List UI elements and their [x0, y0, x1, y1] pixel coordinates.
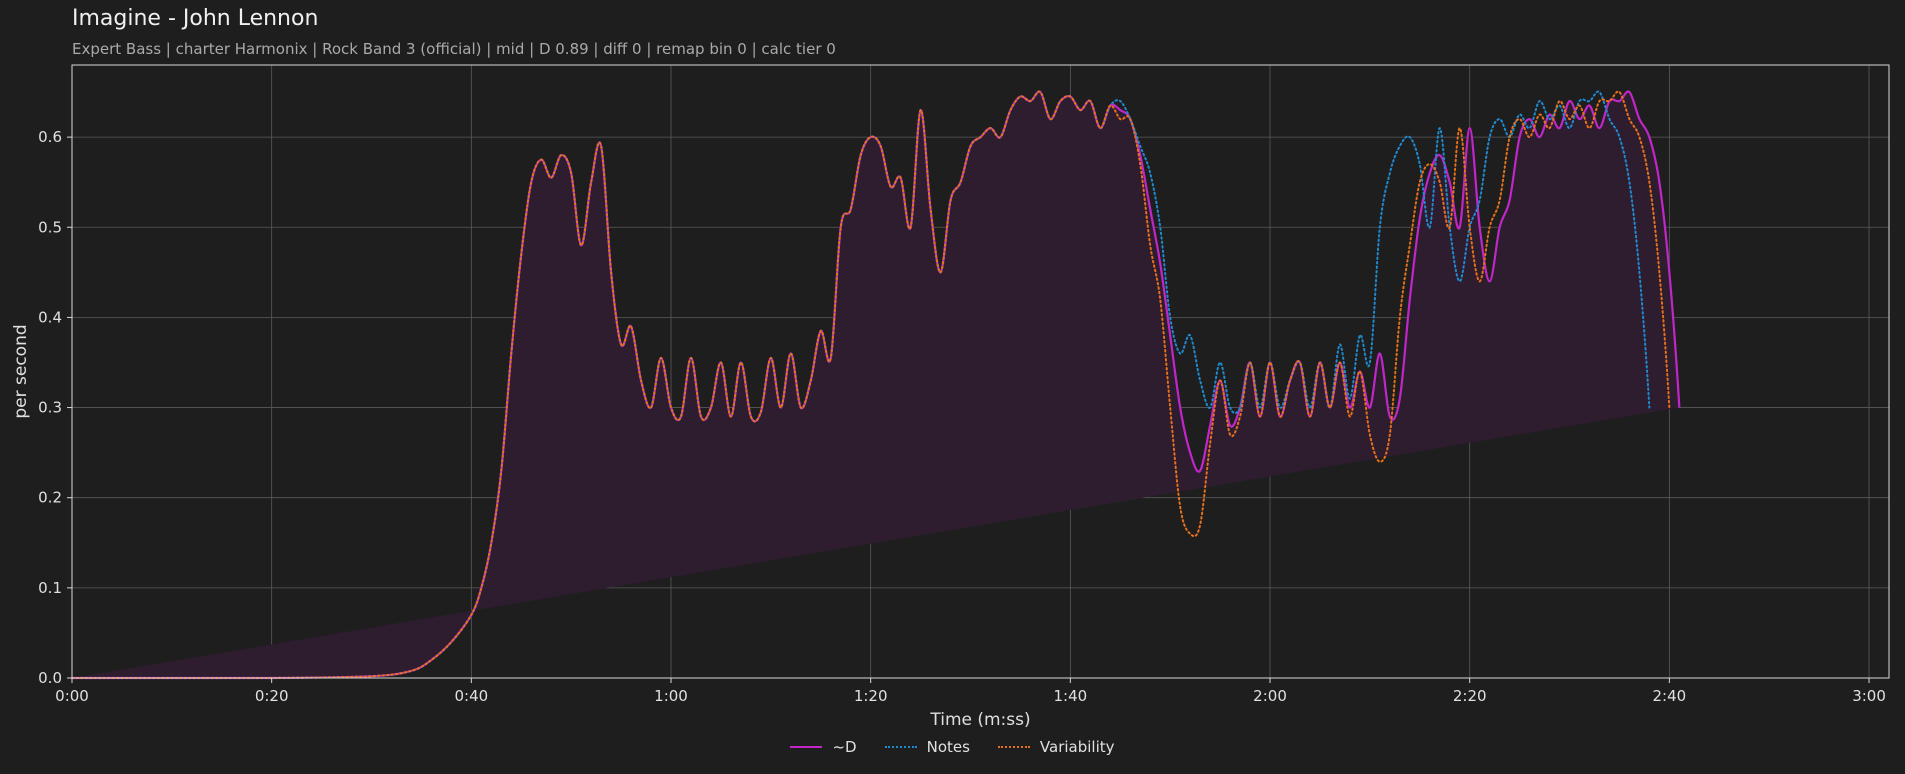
y-tick-label: 0.5: [38, 218, 62, 236]
y-tick-label: 0.1: [38, 579, 62, 597]
x-tick-label: 2:40: [1653, 687, 1687, 705]
y-tick-label: 0.2: [38, 489, 62, 507]
x-ticks: 0:00 0:20 0:40 1:00 1:20 1:40 2:00 2:20 2:40 3:00: [55, 678, 1886, 705]
x-tick-label: 1:20: [854, 687, 888, 705]
x-tick-label: 1:40: [1054, 687, 1088, 705]
x-tick-label: 0:20: [255, 687, 289, 705]
x-tick-label: 2:20: [1453, 687, 1487, 705]
x-tick-label: 0:40: [454, 687, 488, 705]
y-axis-label: per second: [11, 324, 31, 418]
y-tick-label: 0.6: [38, 128, 62, 146]
legend-item-variability: Variability: [997, 736, 1115, 758]
legend: ~D Notes Variability: [0, 736, 1905, 758]
y-ticks: 0.0 0.1 0.2 0.3 0.4 0.5 0.6: [38, 128, 72, 687]
legend-item-notes: Notes: [884, 736, 970, 758]
legend-swatch-variability: [997, 746, 1030, 748]
legend-label-notes: Notes: [926, 738, 970, 756]
legend-swatch-d: [790, 746, 823, 748]
legend-swatch-notes: [884, 746, 917, 748]
chart-svg: 0:00 0:20 0:40 1:00 1:20 1:40 2:00 2:20 2:40 3:00…: [11, 64, 1890, 730]
legend-label-d: ~D: [832, 738, 857, 756]
y-tick-label: 0.4: [38, 308, 62, 326]
x-tick-label: 0:00: [55, 687, 89, 705]
x-axis-label: Time (m:ss): [929, 710, 1030, 730]
x-tick-label: 2:00: [1253, 687, 1287, 705]
x-tick-label: 3:00: [1852, 687, 1886, 705]
legend-item-d: ~D: [790, 736, 857, 758]
y-tick-label: 0.0: [38, 669, 62, 687]
x-tick-label: 1:00: [654, 687, 688, 705]
legend-label-variability: Variability: [1039, 738, 1115, 756]
y-tick-label: 0.3: [38, 399, 62, 417]
